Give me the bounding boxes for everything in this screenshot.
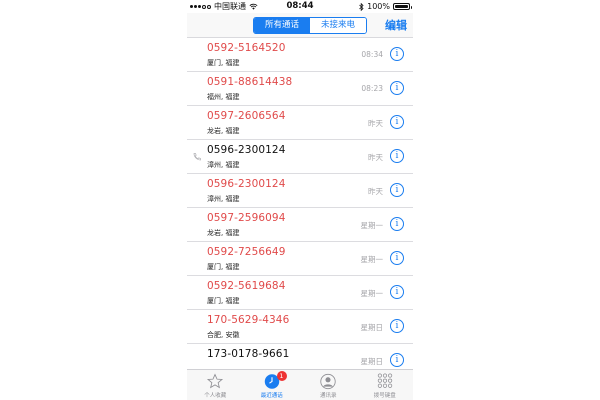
call-number: 0596-2300124: [207, 144, 286, 156]
call-time: 08:23: [361, 84, 383, 93]
tab-contacts[interactable]: 通讯录: [300, 370, 357, 400]
call-location: 漳州, 福建: [207, 195, 240, 203]
navigation-bar: 所有通话 未接来电 编辑: [187, 13, 413, 38]
call-location: 厦门, 福建: [207, 59, 240, 67]
call-time: 昨天: [368, 153, 383, 162]
status-bar: 中国联通 08:44 100%: [187, 0, 413, 13]
call-row[interactable]: 0592-5164520 厦门, 福建 08:34 i: [187, 38, 413, 72]
missed-call-badge: 1: [276, 371, 287, 381]
bluetooth-icon: [359, 2, 364, 11]
info-icon[interactable]: i: [390, 183, 404, 197]
call-number: 170-5629-4346: [207, 314, 290, 326]
call-number: 173-0178-9661: [207, 348, 290, 360]
call-time: 星期一: [360, 221, 384, 230]
outgoing-call-icon: [193, 153, 201, 161]
segment-missed-calls[interactable]: 未接来电: [310, 18, 366, 33]
call-row[interactable]: 0592-5619684 厦门, 福建 星期一 i: [187, 276, 413, 310]
call-number: 0592-7256649: [207, 246, 286, 258]
call-time: 星期日: [360, 357, 384, 366]
call-time: 昨天: [368, 187, 383, 196]
call-number: 0591-88614438: [207, 76, 293, 88]
edit-button[interactable]: 编辑: [385, 17, 407, 34]
tab-label: 拨号键盘: [373, 393, 396, 399]
call-location: 漳州, 福建: [207, 161, 240, 169]
call-time: 星期日: [360, 323, 384, 332]
call-location: 合肥, 安徽: [207, 331, 240, 339]
call-row[interactable]: 0591-88614438 福州, 福建 08:23 i: [187, 72, 413, 106]
info-icon[interactable]: i: [390, 217, 404, 231]
info-icon[interactable]: i: [390, 149, 404, 163]
tab-keypad[interactable]: 拨号键盘: [357, 370, 414, 400]
info-icon[interactable]: i: [390, 81, 404, 95]
info-icon[interactable]: i: [390, 47, 404, 61]
call-number: 0592-5619684: [207, 280, 286, 292]
call-time: 昨天: [368, 119, 383, 128]
call-row[interactable]: 0597-2606564 龙岩, 福建 昨天 i: [187, 106, 413, 140]
tab-favorites[interactable]: 个人收藏: [187, 370, 244, 400]
call-number: 0597-2596094: [207, 212, 286, 224]
call-number: 0597-2606564: [207, 110, 286, 122]
info-icon[interactable]: i: [390, 319, 404, 333]
info-icon[interactable]: i: [390, 285, 404, 299]
info-icon[interactable]: i: [390, 353, 404, 367]
call-row[interactable]: 170-5629-4346 合肥, 安徽 星期日 i: [187, 310, 413, 344]
tab-label: 最近通话: [260, 393, 283, 399]
tab-label: 通讯录: [319, 393, 337, 399]
info-icon[interactable]: i: [390, 115, 404, 129]
info-icon[interactable]: i: [390, 251, 404, 265]
keypad-icon: [377, 373, 392, 388]
call-filter-segmented-control: 所有通话 未接来电: [253, 17, 367, 34]
screen-background: 中国联通 08:44 100% 所有通话 未接来电 编辑 0592-516452…: [0, 0, 600, 400]
battery-percent: 100%: [367, 2, 390, 11]
star-icon: [207, 373, 224, 389]
call-time: 08:34: [361, 50, 383, 59]
call-time: 星期一: [360, 289, 384, 298]
recent-calls-list: 0592-5164520 厦门, 福建 08:34 i 0591-8861443…: [187, 38, 413, 378]
call-number: 0596-2300124: [207, 178, 286, 190]
tab-recents[interactable]: 1 最近通话: [244, 370, 301, 400]
call-location: 龙岩, 福建: [207, 229, 240, 237]
call-location: 福州, 福建: [207, 93, 240, 101]
phone-screen: 中国联通 08:44 100% 所有通话 未接来电 编辑 0592-516452…: [187, 0, 413, 400]
status-right: 100%: [359, 0, 412, 13]
call-location: 龙岩, 福建: [207, 127, 240, 135]
call-number: 0592-5164520: [207, 42, 286, 54]
call-time: 星期一: [360, 255, 384, 264]
segment-all-calls[interactable]: 所有通话: [254, 18, 310, 33]
call-row[interactable]: 0597-2596094 龙岩, 福建 星期一 i: [187, 208, 413, 242]
call-row[interactable]: 0596-2300124 漳州, 福建 昨天 i: [187, 174, 413, 208]
tab-label: 个人收藏: [204, 393, 227, 399]
tab-bar: 个人收藏 1 最近通话 通讯录 拨号键盘: [187, 369, 413, 400]
battery-icon: [393, 3, 412, 10]
contacts-icon: [320, 373, 336, 390]
call-location: 厦门, 福建: [207, 263, 240, 271]
call-location: 厦门, 福建: [207, 297, 240, 305]
call-row[interactable]: 0592-7256649 厦门, 福建 星期一 i: [187, 242, 413, 276]
call-row[interactable]: 0596-2300124 漳州, 福建 昨天 i: [187, 140, 413, 174]
